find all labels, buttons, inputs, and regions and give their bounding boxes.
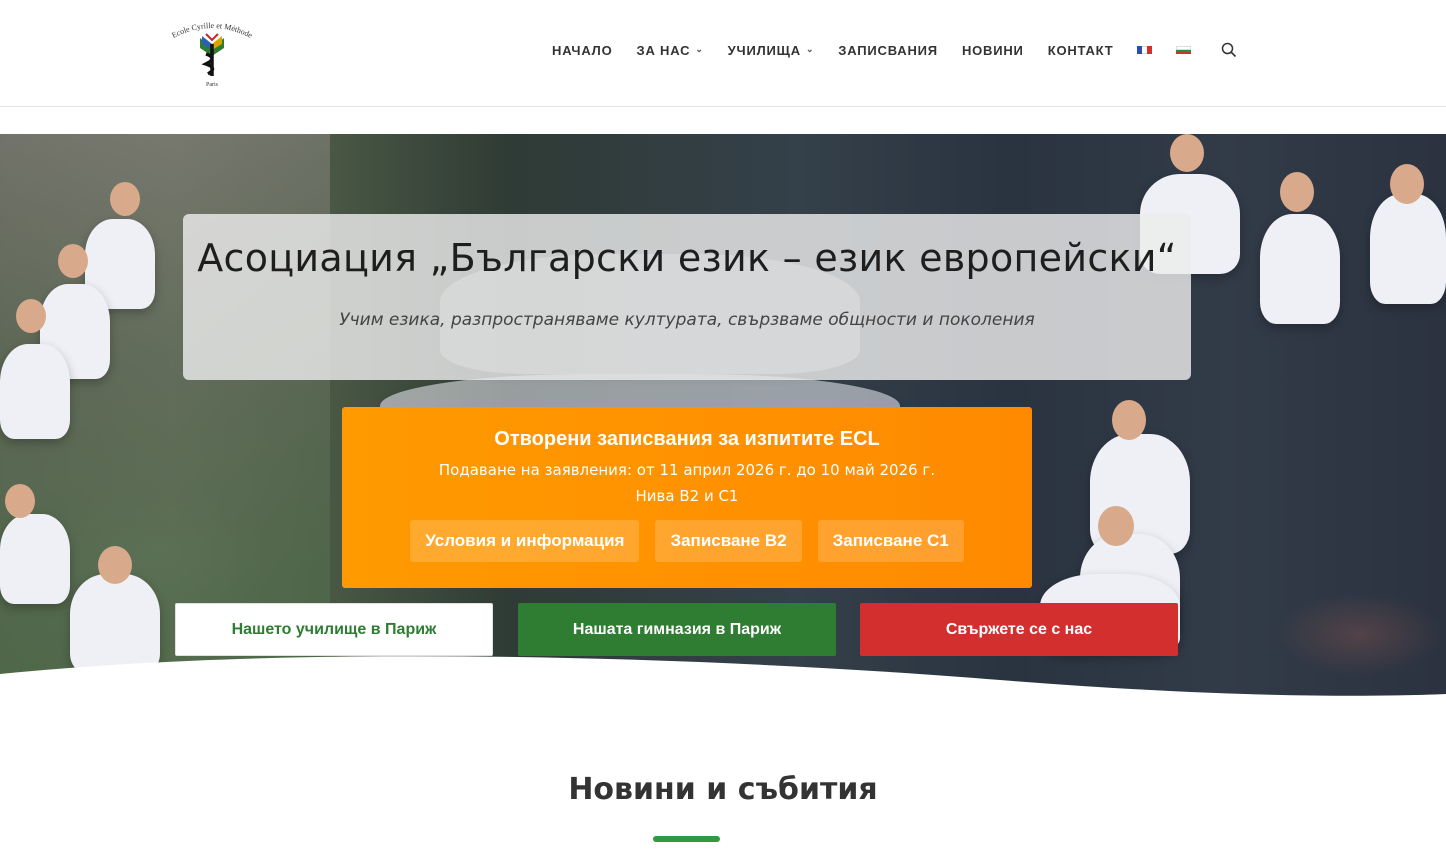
- main-nav: НАЧАЛО ЗА НАС ⌄ УЧИЛИЩА ⌄ ЗАПИСВАНИЯ НОВИН…: [552, 42, 1237, 58]
- site-header: Ecole Cyrille et Méthode Paris НАЧАЛО ЗА…: [0, 0, 1446, 107]
- ecl-buttons: Условия и информация Записване B2 Записв…: [342, 520, 1032, 562]
- logo-city: Paris: [206, 82, 219, 88]
- hero-bottom-wave: [0, 656, 1446, 700]
- nav-contact[interactable]: КОНТАКТ: [1048, 43, 1114, 58]
- ecl-enroll-b2-button[interactable]: Записване B2: [655, 520, 802, 562]
- chevron-down-icon: ⌄: [695, 43, 704, 54]
- hero-section: Асоциация „Български език – език европей…: [0, 134, 1446, 700]
- logo-emblem-icon: Ecole Cyrille et Méthode Paris: [170, 21, 254, 88]
- nav-news[interactable]: НОВИНИ: [962, 43, 1024, 58]
- chevron-down-icon: ⌄: [805, 43, 815, 54]
- our-school-button[interactable]: Нашето училище в Париж: [175, 603, 493, 656]
- ecl-enroll-c1-button[interactable]: Записване C1: [817, 520, 964, 562]
- french-flag-icon[interactable]: [1137, 46, 1153, 54]
- ecl-heading: Отворени записвания за изпитите ECL: [494, 428, 880, 450]
- search-icon[interactable]: [1221, 42, 1237, 58]
- site-logo[interactable]: Ecole Cyrille et Méthode Paris: [162, 18, 262, 90]
- nav-about-label: ЗА НАС: [636, 42, 691, 58]
- news-title-underline: [653, 836, 720, 842]
- ecl-info-button[interactable]: Условия и информация: [410, 520, 640, 562]
- nav-home[interactable]: НАЧАЛО: [552, 43, 613, 58]
- ecl-announcement: Отворени записвания за изпитите ECL Пода…: [342, 407, 1032, 588]
- nav-enrollment[interactable]: ЗАПИСВАНИЯ: [838, 43, 938, 58]
- nav-schools-label: УЧИЛИЩА: [727, 42, 801, 58]
- hero-title: Асоциация „Български език – език европей…: [197, 236, 1177, 280]
- ecl-period: Подаване на заявления: от 11 април 2026 …: [438, 461, 936, 479]
- nav-news-label: НОВИНИ: [961, 42, 1024, 58]
- hero-subtitle: Учим езика, разпространяваме културата, …: [339, 310, 1035, 330]
- nav-contact-label: КОНТАКТ: [1047, 42, 1114, 58]
- nav-schools[interactable]: УЧИЛИЩА ⌄: [728, 43, 815, 58]
- our-gymnasium-button[interactable]: Нашата гимназия в Париж: [518, 603, 836, 656]
- bulgarian-flag-icon[interactable]: [1176, 46, 1192, 54]
- hero-title-box: Асоциация „Български език – език европей…: [183, 214, 1191, 380]
- contact-us-button[interactable]: Свържете се с нас: [860, 603, 1178, 656]
- logo-name: Ecole Cyrille et Méthode: [170, 21, 254, 40]
- ecl-levels: Нива B2 и C1: [635, 487, 739, 505]
- nav-home-label: НАЧАЛО: [552, 42, 613, 58]
- nav-about[interactable]: ЗА НАС ⌄: [637, 43, 704, 58]
- nav-enrollment-label: ЗАПИСВАНИЯ: [838, 42, 938, 58]
- news-section-title: Новини и събития: [568, 772, 878, 807]
